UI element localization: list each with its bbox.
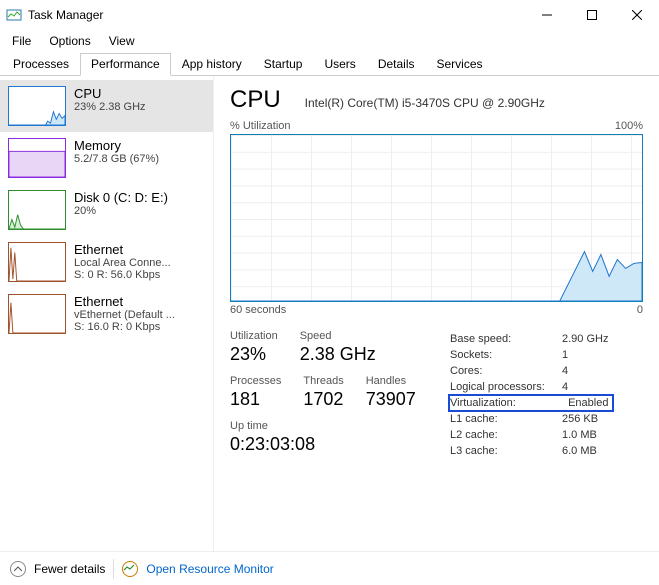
tab-details[interactable]: Details (367, 53, 426, 76)
menu-bar: File Options View (0, 30, 659, 52)
l1-cache-label: L1 cache: (450, 412, 560, 426)
cpu-thumb-icon (8, 86, 66, 126)
memory-thumb-icon (8, 138, 66, 178)
menu-options[interactable]: Options (41, 32, 98, 50)
sidebar-disk-sub: 20% (74, 205, 168, 217)
processes-value: 181 (230, 389, 281, 410)
disk-thumb-icon (8, 190, 66, 230)
sidebar-item-memory[interactable]: Memory 5.2/7.8 GB (67%) (0, 132, 213, 184)
tab-performance[interactable]: Performance (80, 53, 171, 76)
sidebar-eth2-sub2: S: 16.0 R: 0 Kbps (74, 321, 175, 333)
menu-view[interactable]: View (101, 32, 143, 50)
tab-startup[interactable]: Startup (253, 53, 314, 76)
sidebar-eth1-title: Ethernet (74, 242, 171, 257)
tab-services[interactable]: Services (426, 53, 494, 76)
chart-bottom-right: 0 (637, 304, 643, 316)
logical-label: Logical processors: (450, 380, 560, 394)
sockets-label: Sockets: (450, 348, 560, 362)
menu-file[interactable]: File (4, 32, 39, 50)
l3-cache-value: 6.0 MB (562, 444, 612, 458)
cores-value: 4 (562, 364, 612, 378)
threads-value: 1702 (303, 389, 343, 410)
virtualization-label: Virtualization: (450, 396, 560, 410)
sidebar-eth1-sub2: S: 0 R: 56.0 Kbps (74, 269, 171, 281)
close-button[interactable] (614, 0, 659, 30)
logical-value: 4 (562, 380, 612, 394)
virtualization-value: Enabled (562, 396, 612, 410)
maximize-button[interactable] (569, 0, 614, 30)
l2-cache-label: L2 cache: (450, 428, 560, 442)
sockets-value: 1 (562, 348, 612, 362)
sidebar-item-cpu[interactable]: CPU 23% 2.38 GHz (0, 80, 213, 132)
handles-label: Handles (366, 375, 416, 387)
app-icon (6, 7, 22, 23)
tab-processes[interactable]: Processes (2, 53, 80, 76)
stats-left: Utilization 23% Speed 2.38 GHz Processes… (230, 330, 420, 465)
l3-cache-label: L3 cache: (450, 444, 560, 458)
footer-divider (113, 559, 114, 579)
title-bar: Task Manager (0, 0, 659, 30)
open-resource-monitor-link[interactable]: Open Resource Monitor (146, 562, 273, 576)
sidebar-cpu-title: CPU (74, 86, 146, 101)
performance-sidebar: CPU 23% 2.38 GHz Memory 5.2/7.8 GB (67%)… (0, 76, 214, 551)
utilization-value: 23% (230, 344, 278, 365)
tab-bar: Processes Performance App history Startu… (0, 52, 659, 76)
chart-bottom-left: 60 seconds (230, 304, 286, 316)
handles-value: 73907 (366, 389, 416, 410)
sidebar-item-ethernet-1[interactable]: Ethernet Local Area Conne... S: 0 R: 56.… (0, 236, 213, 288)
sidebar-eth1-sub1: Local Area Conne... (74, 257, 171, 269)
main-panel: CPU Intel(R) Core(TM) i5-3470S CPU @ 2.9… (214, 76, 659, 551)
main-title: CPU (230, 86, 281, 114)
sidebar-cpu-sub: 23% 2.38 GHz (74, 101, 146, 113)
sidebar-eth2-title: Ethernet (74, 294, 175, 309)
fewer-details-link[interactable]: Fewer details (34, 562, 105, 576)
chart-top-right: 100% (615, 120, 643, 132)
speed-value: 2.38 GHz (300, 344, 376, 365)
tab-app-history[interactable]: App history (171, 53, 253, 76)
chevron-up-icon[interactable] (10, 561, 26, 577)
processes-label: Processes (230, 375, 281, 387)
main-subtitle: Intel(R) Core(TM) i5-3470S CPU @ 2.90GHz (305, 96, 545, 110)
sidebar-item-disk[interactable]: Disk 0 (C: D: E:) 20% (0, 184, 213, 236)
ethernet-thumb-icon (8, 242, 66, 282)
l2-cache-value: 1.0 MB (562, 428, 612, 442)
sidebar-eth2-sub1: vEthernet (Default ... (74, 309, 175, 321)
ethernet-thumb-icon (8, 294, 66, 334)
chart-top-left: % Utilization (230, 120, 291, 132)
window-title: Task Manager (28, 8, 103, 22)
uptime-value: 0:23:03:08 (230, 434, 420, 455)
utilization-label: Utilization (230, 330, 278, 342)
base-speed-label: Base speed: (450, 332, 560, 346)
threads-label: Threads (303, 375, 343, 387)
uptime-label: Up time (230, 420, 420, 432)
resource-monitor-icon[interactable] (122, 561, 138, 577)
cores-label: Cores: (450, 364, 560, 378)
sidebar-disk-title: Disk 0 (C: D: E:) (74, 190, 168, 205)
speed-label: Speed (300, 330, 376, 342)
base-speed-value: 2.90 GHz (562, 332, 612, 346)
minimize-button[interactable] (524, 0, 569, 30)
footer: Fewer details Open Resource Monitor (0, 551, 659, 585)
sidebar-memory-sub: 5.2/7.8 GB (67%) (74, 153, 159, 165)
tab-users[interactable]: Users (313, 53, 366, 76)
sidebar-memory-title: Memory (74, 138, 159, 153)
sidebar-item-ethernet-2[interactable]: Ethernet vEthernet (Default ... S: 16.0 … (0, 288, 213, 340)
stats-right: Base speed:2.90 GHz Sockets:1 Cores:4 Lo… (448, 330, 614, 465)
cpu-chart[interactable] (230, 134, 643, 302)
l1-cache-value: 256 KB (562, 412, 612, 426)
